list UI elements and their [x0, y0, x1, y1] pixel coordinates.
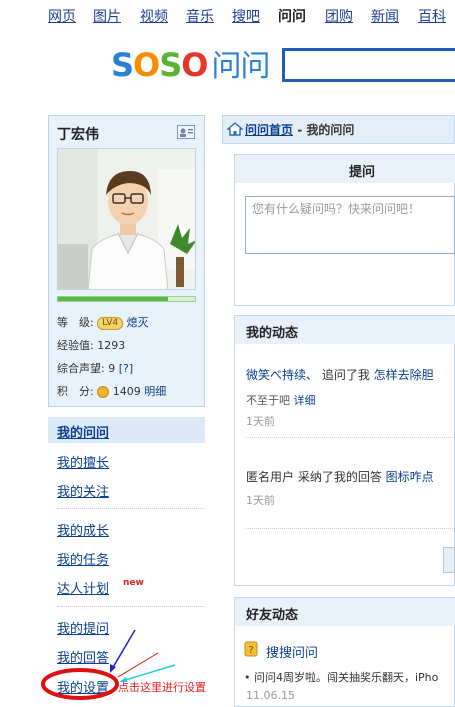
friends-title: 好友动态: [246, 608, 299, 623]
ask-header: 提问: [235, 155, 455, 183]
nav-tuangou[interactable]: 团购: [325, 6, 353, 26]
points-row: 积 分: 1409 明细: [57, 385, 167, 398]
menu-my-follow[interactable]: 我的关注: [57, 481, 109, 500]
more-button[interactable]: [443, 547, 455, 573]
my-wenwen-header: 我的问问: [48, 417, 205, 443]
user-name[interactable]: 丁宏伟: [57, 124, 99, 144]
friends-source: 搜搜问问: [266, 642, 318, 661]
menu-divider: [57, 606, 205, 607]
menu-divider: [57, 508, 205, 509]
nav-wenwen[interactable]: 问问: [278, 6, 306, 26]
nav-news[interactable]: 新闻: [371, 6, 399, 26]
nav-souba[interactable]: 搜吧: [232, 6, 260, 26]
ask-textarea[interactable]: 您有什么疑问吗？快来问问吧！: [245, 196, 455, 254]
dynamics-panel: [234, 315, 455, 586]
dynamic-item-2-time: 1天前: [246, 494, 275, 507]
dynamics-divider: [246, 528, 455, 529]
svg-text:?: ?: [248, 645, 253, 656]
my-wenwen-link[interactable]: 我的问问: [57, 422, 109, 441]
new-badge: new: [123, 578, 144, 588]
dynamics-divider: [246, 437, 455, 438]
dynamic-user-link[interactable]: 微笑べ持续、: [246, 368, 318, 382]
dynamics-header: 我的动态: [235, 316, 455, 344]
friends-header: 好友动态: [235, 598, 455, 626]
breadcrumb: 问问首页 - 我的问问: [245, 123, 355, 137]
top-nav: 网页 图片 视频 音乐 搜吧 问问 团购 新闻 百科: [0, 0, 455, 30]
home-icon[interactable]: [227, 122, 243, 136]
exp-row: 经验值: 1293: [57, 339, 126, 352]
level-row: 等 级: LV4 熄灭: [57, 316, 149, 330]
avatar[interactable]: [57, 148, 196, 290]
friends-item-text[interactable]: • 问问4周岁啦。闯关抽奖乐翻天，iPho: [244, 669, 438, 685]
wenwen-badge-icon: ?: [244, 641, 258, 657]
reputation-help-link[interactable]: [?]: [119, 362, 133, 375]
soso-wenwen-link[interactable]: 搜搜问问: [266, 646, 318, 661]
nav-baike[interactable]: 百科: [418, 6, 446, 26]
menu-my-growth[interactable]: 我的成长: [57, 520, 109, 539]
nav-web[interactable]: 网页: [48, 6, 76, 26]
level-badge: LV4: [97, 316, 124, 330]
friends-item-time: 11.06.15: [246, 689, 295, 702]
breadcrumb-current: 我的问问: [306, 123, 355, 137]
dynamic-answer-link[interactable]: 图标咋点: [386, 470, 434, 484]
nav-video[interactable]: 视频: [140, 6, 168, 26]
breadcrumb-home-link[interactable]: 问问首页: [245, 123, 293, 137]
menu-my-tasks[interactable]: 我的任务: [57, 549, 109, 568]
nav-images[interactable]: 图片: [93, 6, 121, 26]
coin-icon: [97, 386, 110, 398]
reputation-row: 综合声望: 9 [?]: [57, 362, 134, 375]
ask-title: 提问: [349, 165, 376, 180]
nav-music[interactable]: 音乐: [186, 6, 214, 26]
dynamic-item-1: 微笑べ持续、 追问了我 怎样去除胆: [246, 368, 434, 382]
settings-hint-text: 点击这里进行设置: [118, 681, 206, 694]
menu-my-expertise[interactable]: 我的擅长: [57, 452, 109, 471]
dynamic-item-1-time: 1天前: [246, 415, 275, 428]
profile-card-icon[interactable]: [177, 125, 195, 139]
dynamic-item-2: 匿名用户 采纳了我的回答 图标咋点: [246, 470, 434, 484]
dynamic-question-link[interactable]: 怎样去除胆: [374, 368, 434, 382]
level-title-link[interactable]: 熄灭: [127, 316, 149, 329]
dynamic-item-1-sub: 不至于吧 详细: [246, 394, 316, 407]
dynamics-title: 我的动态: [246, 326, 299, 341]
level-progress-bar: [57, 296, 196, 302]
menu-expert-plan[interactable]: 达人计划: [57, 578, 109, 597]
points-detail-link[interactable]: 明细: [144, 385, 166, 398]
dynamic-detail-link[interactable]: 详细: [294, 394, 316, 407]
search-input[interactable]: [282, 48, 455, 82]
soso-logo[interactable]: SOSO 问问: [111, 45, 271, 87]
